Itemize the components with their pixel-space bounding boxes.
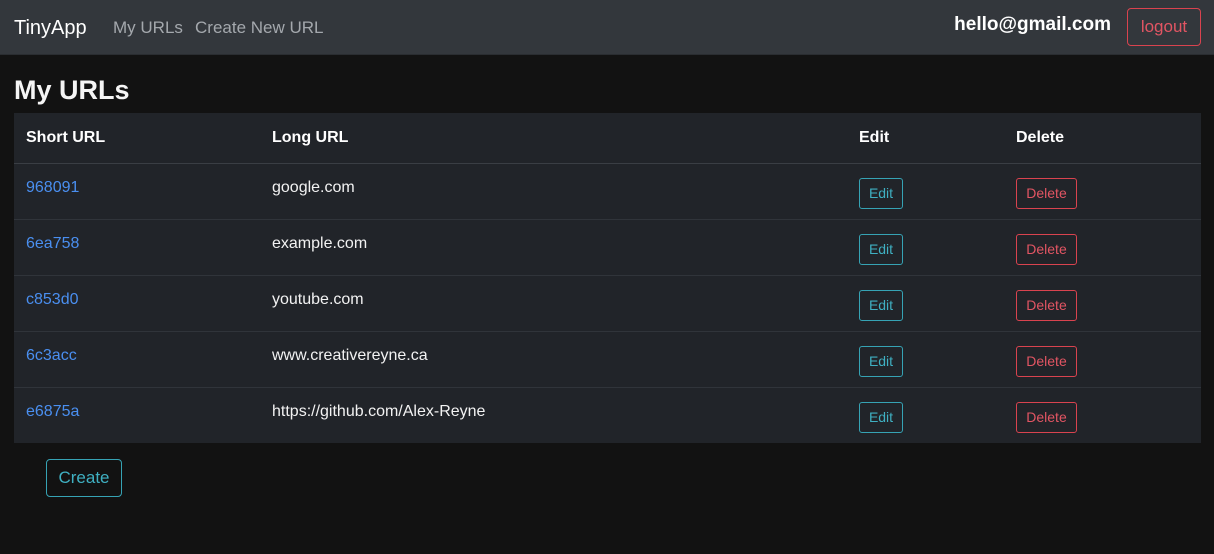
nav-link-my-urls[interactable]: My URLs [113,17,183,39]
long-url-text: example.com [272,235,368,252]
short-url-link[interactable]: c853d0 [26,291,79,308]
delete-cell: Delete [1004,275,1201,332]
edit-cell: Edit [847,331,1004,388]
short-url-cell: c853d0 [14,275,260,332]
delete-cell: Delete [1004,219,1201,276]
delete-button[interactable]: Delete [1016,177,1077,209]
long-url-text: youtube.com [272,291,364,308]
long-url-cell: www.creativereyne.ca [260,331,847,388]
edit-cell: Edit [847,275,1004,332]
short-url-cell: e6875a [14,387,260,443]
delete-cell: Delete [1004,331,1201,388]
navbar: TinyApp My URLs Create New URL hello@gma… [0,0,1214,55]
user-email: hello@gmail.com [954,14,1111,35]
delete-button[interactable]: Delete [1016,233,1077,265]
urls-table: Short URL Long URL Edit Delete 968091 go… [14,113,1201,443]
long-url-text: www.creativereyne.ca [272,347,428,364]
brand-logo[interactable]: TinyApp [14,15,87,41]
delete-button[interactable]: Delete [1016,345,1077,377]
short-url-link[interactable]: 6c3acc [26,347,77,364]
edit-button[interactable]: Edit [859,289,903,321]
long-url-cell: google.com [260,163,847,220]
short-url-cell: 968091 [14,163,260,220]
column-header-edit: Edit [847,113,1004,164]
long-url-cell: example.com [260,219,847,276]
column-header-long-url: Long URL [260,113,847,164]
edit-button[interactable]: Edit [859,233,903,265]
column-header-short-url: Short URL [14,113,260,164]
edit-cell: Edit [847,219,1004,276]
short-url-link[interactable]: 6ea758 [26,235,79,252]
delete-cell: Delete [1004,387,1201,443]
delete-button[interactable]: Delete [1016,289,1077,321]
delete-cell: Delete [1004,163,1201,220]
long-url-cell: youtube.com [260,275,847,332]
short-url-link[interactable]: e6875a [26,403,79,420]
edit-button[interactable]: Edit [859,177,903,209]
long-url-cell: https://github.com/Alex-Reyne [260,387,847,443]
edit-cell: Edit [847,163,1004,220]
table-row: 6c3acc www.creativereyne.ca Edit Delete [14,331,1201,388]
table-row: 6ea758 example.com Edit Delete [14,219,1201,276]
column-header-delete: Delete [1004,113,1201,164]
short-url-cell: 6ea758 [14,219,260,276]
long-url-text: https://github.com/Alex-Reyne [272,403,486,421]
edit-button[interactable]: Edit [859,401,903,433]
table-header-row: Short URL Long URL Edit Delete [14,113,1201,164]
nav-link-create-new-url[interactable]: Create New URL [195,17,324,39]
table-row: 968091 google.com Edit Delete [14,163,1201,220]
table-row: c853d0 youtube.com Edit Delete [14,275,1201,332]
edit-cell: Edit [847,387,1004,443]
long-url-text: google.com [272,179,355,196]
table-row: e6875a https://github.com/Alex-Reyne Edi… [14,387,1201,443]
edit-button[interactable]: Edit [859,345,903,377]
delete-button[interactable]: Delete [1016,401,1077,433]
page-title: My URLs [14,75,130,105]
short-url-link[interactable]: 968091 [26,179,79,196]
create-button[interactable]: Create [46,459,122,497]
short-url-cell: 6c3acc [14,331,260,388]
logout-button[interactable]: logout [1127,8,1201,46]
